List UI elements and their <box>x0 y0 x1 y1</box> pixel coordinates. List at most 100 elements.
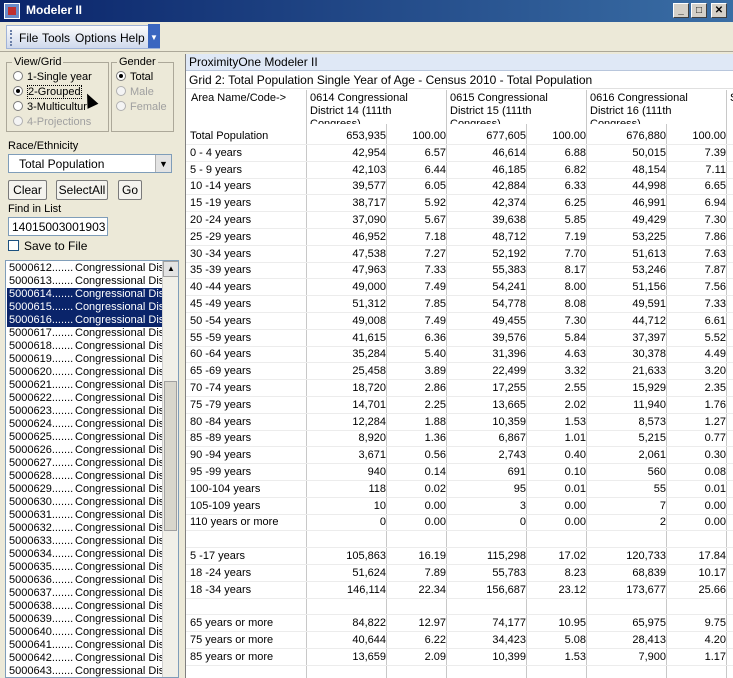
table-row[interactable]: 25 -29 years 46,952 7.18 48,712 7.19 53,225 7.… <box>186 229 733 246</box>
list-item[interactable]: 5000632....... Congressional Dist <box>7 522 163 535</box>
toolbar-grip-icon[interactable] <box>10 30 13 46</box>
list-scrollbar[interactable]: ▲ <box>162 261 178 677</box>
list-item-code: 5000622....... <box>9 392 74 404</box>
menu-file[interactable]: File <box>19 31 38 45</box>
list-item[interactable]: 5000626....... Congressional Dist <box>7 444 163 457</box>
cell-percent: 7.33 <box>424 264 446 277</box>
area-list[interactable]: 5000612....... Congressional Dist 5000613.… <box>5 260 179 678</box>
table-row[interactable]: 75 -79 years 14,701 2.25 13,665 2.02 11,940 1.… <box>186 397 733 414</box>
list-item[interactable]: 5000616....... Congressional Dist <box>7 314 163 327</box>
table-row[interactable]: 5 - 9 years 42,103 6.44 46,185 6.82 48,154 7.1… <box>186 162 733 179</box>
list-item[interactable]: 5000627....... Congressional Dist <box>7 457 163 470</box>
table-row[interactable]: 0 - 4 years 42,954 6.57 46,614 6.88 50,015 7.3… <box>186 145 733 162</box>
find-input[interactable]: 14015003001903 <box>8 217 108 236</box>
go-button[interactable]: Go <box>118 180 142 200</box>
list-item[interactable]: 5000643....... Congressional Dist <box>7 665 163 677</box>
table-row[interactable]: 85 -89 years 8,920 1.36 6,867 1.01 5,215 0.77 <box>186 430 733 448</box>
table-row[interactable]: 5 -17 years 105,863 16.19 115,298 17.02 120,7… <box>186 548 733 565</box>
clear-button[interactable]: Clear <box>8 180 47 200</box>
cell-percent: 10.95 <box>558 617 586 630</box>
toolbar-overflow-icon[interactable]: ▼ <box>148 24 160 48</box>
list-item[interactable]: 5000617....... Congressional Dist <box>7 327 163 340</box>
list-item[interactable]: 5000638....... Congressional Dist <box>7 600 163 613</box>
list-item[interactable]: 5000614....... Congressional Dist <box>7 288 163 301</box>
table-row[interactable]: 18 -34 years 146,114 22.34 156,687 23.12 173,… <box>186 582 733 599</box>
list-item[interactable]: 5000618....... Congressional Dist <box>7 340 163 353</box>
menu-options[interactable]: Options <box>75 31 116 45</box>
minimize-button[interactable]: _ <box>673 3 689 18</box>
list-item[interactable]: 5000613....... Congressional Dist <box>7 275 163 288</box>
table-row[interactable] <box>186 531 733 549</box>
list-item[interactable]: 5000623....... Congressional Dist <box>7 405 163 418</box>
list-item[interactable]: 5000619....... Congressional Dist <box>7 353 163 366</box>
table-row[interactable]: 80 -84 years 12,284 1.88 10,359 1.53 8,573 1.2… <box>186 414 733 431</box>
maximize-button[interactable]: □ <box>691 3 707 18</box>
table-row[interactable]: 105-109 years 10 0.00 3 0.00 7 0.00 <box>186 498 733 515</box>
column-header-0614[interactable]: 0614 Congressional District 14 (111th Co… <box>307 90 447 124</box>
table-row[interactable]: 65 -69 years 25,458 3.89 22,499 3.32 21,633 3.… <box>186 363 733 381</box>
data-grid[interactable]: ProximityOne Modeler II Grid 2: Total Po… <box>185 54 733 678</box>
column-header-0616[interactable]: 0616 Congressional District 16 (111th Co… <box>587 90 727 124</box>
table-row[interactable]: 90 -94 years 3,671 0.56 2,743 0.40 2,061 0.30 <box>186 447 733 465</box>
list-item[interactable]: 5000629....... Congressional Dist <box>7 483 163 496</box>
table-row[interactable]: 20 -24 years 37,090 5.67 39,638 5.85 49,429 7.… <box>186 212 733 229</box>
list-item[interactable]: 5000640....... Congressional Dist <box>7 626 163 639</box>
list-item[interactable]: 5000631....... Congressional Dist <box>7 509 163 522</box>
list-item[interactable]: 5000624....... Congressional Dist <box>7 418 163 431</box>
list-item[interactable]: 5000634....... Congressional Dist <box>7 548 163 561</box>
table-row[interactable]: 100-104 years 118 0.02 95 0.01 55 0.01 <box>186 481 733 498</box>
list-item[interactable]: 5000621....... Congressional Dist <box>7 379 163 392</box>
list-item[interactable]: 5000612....... Congressional Dist <box>7 262 163 275</box>
table-row[interactable]: 50 -54 years 49,008 7.49 49,455 7.30 44,712 6.… <box>186 313 733 330</box>
list-item[interactable]: 5000630....... Congressional Dist <box>7 496 163 509</box>
table-row[interactable]: 95 -99 years 940 0.14 691 0.10 560 0.08 <box>186 464 733 481</box>
list-item[interactable]: 5000636....... Congressional Dist <box>7 574 163 587</box>
scroll-up-icon[interactable]: ▲ <box>163 261 178 277</box>
table-row[interactable]: Total Population 653,935 100.00 677,605 100.… <box>186 128 733 145</box>
radio-total[interactable]: Total <box>116 71 153 83</box>
list-item[interactable]: 5000615....... Congressional Dist <box>7 301 163 314</box>
table-row[interactable]: 65 years or more 84,822 12.97 74,177 10.95 65… <box>186 615 733 633</box>
table-row[interactable]: 40 -44 years 49,000 7.49 54,241 8.00 51,156 7.… <box>186 279 733 297</box>
table-row[interactable]: 110 years or more 0 0.00 0 0.00 2 0.00 <box>186 514 733 532</box>
table-row[interactable]: 15 -19 years 38,717 5.92 42,374 6.25 46,991 6.… <box>186 195 733 213</box>
list-item[interactable]: 5000635....... Congressional Dist <box>7 561 163 574</box>
table-row[interactable]: 18 -24 years 51,624 7.89 55,783 8.23 68,839 10… <box>186 565 733 582</box>
table-row[interactable]: 60 -64 years 35,284 5.40 31,396 4.63 30,378 4.… <box>186 346 733 364</box>
menu-help[interactable]: Help <box>120 31 145 45</box>
list-item[interactable]: 5000633....... Congressional Dist <box>7 535 163 548</box>
table-row[interactable]: 75 years or more 40,644 6.22 34,423 5.08 28,4… <box>186 632 733 649</box>
radio-multicultural[interactable]: 3-Multicultur <box>13 101 87 113</box>
menu-tools[interactable]: Tools <box>42 31 70 45</box>
cell-percent: 6.94 <box>704 197 726 210</box>
list-item[interactable]: 5000642....... Congressional Dist <box>7 652 163 665</box>
table-row[interactable]: 10 -14 years 39,577 6.05 42,884 6.33 44,998 6.… <box>186 178 733 196</box>
list-item[interactable]: 5000625....... Congressional Dist <box>7 431 163 444</box>
column-header-next[interactable]: S <box>727 90 733 124</box>
table-row[interactable]: 85 years or more 13,659 2.09 10,399 1.53 7,90… <box>186 649 733 666</box>
list-item[interactable]: 5000637....... Congressional Dist <box>7 587 163 600</box>
table-row[interactable] <box>186 598 733 616</box>
list-item[interactable]: 5000620....... Congressional Dist <box>7 366 163 379</box>
table-row[interactable]: 55 -59 years 41,615 6.36 39,576 5.84 37,397 5.… <box>186 330 733 347</box>
radio-grouped[interactable]: 2-Grouped <box>13 85 82 99</box>
scroll-thumb[interactable] <box>164 381 177 531</box>
table-row[interactable]: 35 -39 years 47,963 7.33 55,383 8.17 53,246 7.… <box>186 262 733 280</box>
table-row[interactable]: 30 -34 years 47,538 7.27 52,192 7.70 51,613 7.… <box>186 246 733 263</box>
column-header-0615[interactable]: 0615 Congressional District 15 (111th Co… <box>447 90 587 124</box>
cell-percent: 6.65 <box>704 180 726 193</box>
chevron-down-icon[interactable]: ▼ <box>155 155 171 172</box>
cell-percent: 7.85 <box>424 298 446 310</box>
list-item[interactable]: 5000639....... Congressional Dist <box>7 613 163 626</box>
close-button[interactable]: ✕ <box>711 3 727 18</box>
table-row[interactable]: 45 -49 years 51,312 7.85 54,778 8.08 49,591 7.… <box>186 296 733 313</box>
list-item[interactable]: 5000641....... Congressional Dist <box>7 639 163 652</box>
radio-single-year[interactable]: 1-Single year <box>13 71 92 83</box>
cell-value: 51,312 <box>352 298 386 310</box>
list-item[interactable]: 5000628....... Congressional Dist <box>7 470 163 483</box>
save-to-file-checkbox[interactable]: Save to File <box>8 239 87 253</box>
select-all-button[interactable]: SelectAll <box>56 180 108 200</box>
list-item[interactable]: 5000622....... Congressional Dist <box>7 392 163 405</box>
table-row[interactable]: 70 -74 years 18,720 2.86 17,255 2.55 15,929 2.… <box>186 380 733 397</box>
race-select[interactable]: Total Population ▼ <box>8 154 172 173</box>
